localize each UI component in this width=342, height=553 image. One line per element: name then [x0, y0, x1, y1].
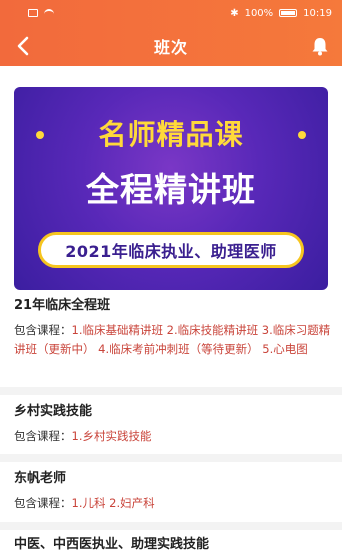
bell-icon — [312, 38, 328, 56]
courses-label: 包含课程： — [14, 496, 72, 510]
section-divider — [0, 454, 342, 462]
class-title: 乡村实践技能 — [14, 404, 93, 419]
page-title: 班次 — [153, 38, 188, 57]
class-courses: 包含课程：1.儿科 2.妇产科 — [14, 494, 332, 513]
battery-percent: 100% — [244, 7, 274, 19]
clock: 10:19 — [303, 7, 332, 19]
sim-icon — [28, 9, 38, 17]
section-divider — [0, 522, 342, 530]
status-icons — [28, 9, 54, 17]
wifi-icon — [44, 9, 54, 17]
back-button[interactable] — [10, 33, 36, 59]
class-courses: 包含课程：1.临床基础精讲班 2.临床技能精讲班 3.临床习题精讲班（更新中） … — [14, 321, 332, 359]
notification-button[interactable] — [308, 34, 332, 58]
class-item-2[interactable]: 乡村实践技能 包含课程：1.乡村实践技能 — [14, 403, 332, 446]
bluetooth-icon: ✱ — [230, 7, 239, 19]
status-bar: ✱ 100% 10:19 — [0, 0, 342, 26]
class-courses: 包含课程：1.乡村实践技能 — [14, 427, 332, 446]
courses-label: 包含课程： — [14, 323, 72, 337]
class-title: 中医、中西医执业、助理实践技能 — [14, 537, 210, 552]
banner-title: 全程精讲班 — [86, 170, 256, 209]
banner-heading: 名师精品课 — [98, 118, 244, 151]
class-title: 东帆老师 — [14, 471, 67, 486]
class-title: 21年临床全程班 — [14, 298, 111, 313]
section-divider — [0, 387, 342, 395]
courses-label: 包含课程： — [14, 429, 72, 443]
courses-list: 1.乡村实践技能 — [71, 429, 152, 443]
class-item-3[interactable]: 东帆老师 包含课程：1.儿科 2.妇产科 — [14, 470, 332, 513]
chevron-left-icon — [17, 36, 29, 56]
top-nav-bar: 班次 — [0, 26, 342, 66]
battery-icon — [279, 9, 298, 17]
class-item-1[interactable]: 21年临床全程班 包含课程：1.临床基础精讲班 2.临床技能精讲班 3.临床习题… — [14, 297, 332, 359]
courses-list: 1.儿科 2.妇产科 — [71, 496, 155, 510]
class-item-4[interactable]: 中医、中西医执业、助理实践技能 — [14, 536, 332, 553]
banner-subtitle-pill: 2021年临床执业、助理医师 — [38, 232, 304, 268]
promo-banner[interactable]: 名师精品课 全程精讲班 2021年临床执业、助理医师 — [14, 87, 328, 290]
